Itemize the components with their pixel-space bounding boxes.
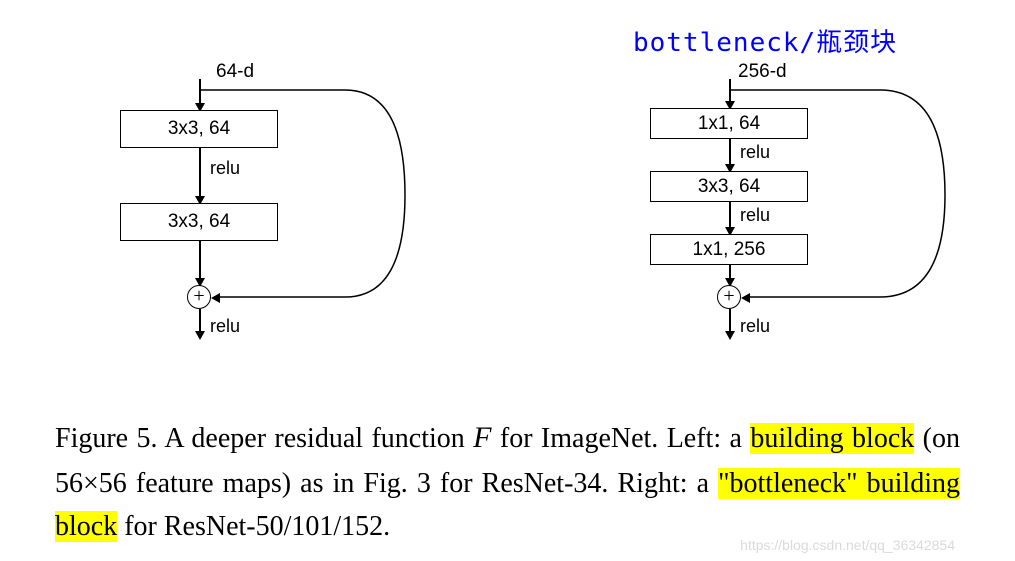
bottleneck-block-diagram: 256-d 1x1, 64 relu 3x3, 64 relu 1x1, 256…	[620, 55, 980, 375]
caption-text: for ResNet-50/101/152.	[117, 511, 390, 542]
basic-block-diagram: 64-d 3x3, 64 relu 3x3, 64 relu	[90, 55, 450, 375]
arrow-head-icon	[741, 293, 750, 303]
diagram-row: 64-d 3x3, 64 relu 3x3, 64 relu 256-d 1x1…	[90, 55, 980, 375]
skip-connection-arrow	[620, 55, 980, 375]
skip-connection-arrow	[90, 55, 450, 375]
arrow-head-icon	[211, 293, 220, 303]
caption-text: for ImageNet. Left: a	[491, 423, 750, 454]
caption-text: Figure 5. A deeper residual function	[55, 423, 473, 454]
script-f-symbol: F	[473, 421, 491, 454]
watermark-text: https://blog.csdn.net/qq_36342854	[740, 537, 955, 553]
figure-caption: Figure 5. A deeper residual function F f…	[55, 415, 960, 548]
chinese-annotation: bottleneck/瓶颈块	[633, 22, 897, 59]
highlight-text: building block	[750, 423, 914, 454]
